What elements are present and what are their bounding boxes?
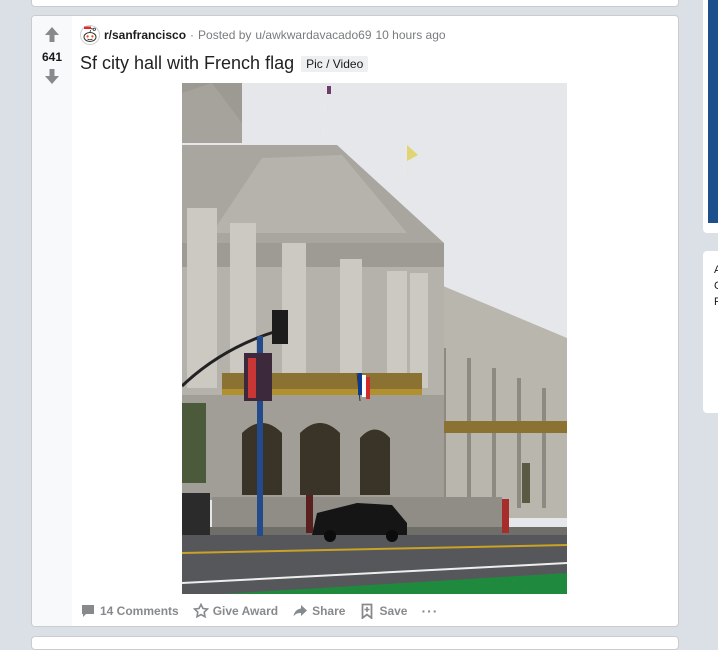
share-button[interactable]: Share	[292, 603, 345, 619]
downvote-arrow-icon[interactable]	[42, 66, 62, 86]
comments-label: 14 Comments	[100, 604, 179, 618]
author-link[interactable]: u/awkwardavacado69	[255, 28, 371, 42]
subreddit-link[interactable]: r/sanfrancisco	[104, 28, 186, 42]
comments-button[interactable]: 14 Comments	[80, 603, 179, 619]
vote-column: 641	[32, 16, 72, 626]
share-label: Share	[312, 604, 346, 618]
sidebar-community-card	[703, 0, 718, 233]
give-award-label: Give Award	[212, 604, 279, 618]
more-dots-icon: ···	[421, 603, 439, 619]
share-arrow-icon	[293, 605, 308, 617]
sidebar-banner	[708, 0, 718, 223]
comment-icon	[82, 605, 94, 617]
post-title[interactable]: Sf city hall with French flag	[80, 53, 294, 74]
save-button[interactable]: Save	[359, 603, 407, 619]
bookmark-add-icon	[362, 603, 373, 619]
posted-by-label: Posted by	[198, 28, 252, 42]
previous-post-card	[31, 0, 679, 7]
vote-score: 641	[41, 50, 63, 64]
next-post-card	[31, 636, 679, 650]
post-actions: 14 Comments Give Award Share Save ···	[80, 600, 452, 622]
upvote-arrow-icon[interactable]	[42, 25, 62, 45]
sidebar-text-line-2: C	[714, 280, 718, 292]
award-icon	[192, 603, 209, 619]
sidebar-text-line-1: A	[714, 264, 718, 276]
post-image[interactable]	[182, 83, 567, 594]
sidebar-text-line-3: F	[714, 296, 718, 308]
post-flair[interactable]: Pic / Video	[301, 55, 369, 72]
save-label: Save	[379, 604, 408, 618]
post-meta: r/sanfrancisco · Posted by u/awkwardavac…	[80, 25, 446, 45]
sidebar-info-card: A C F	[703, 251, 718, 413]
snoo-avatar-icon[interactable]	[80, 25, 100, 45]
more-options-button[interactable]: ···	[421, 603, 438, 619]
post-card[interactable]: 641 r/sanfrancisco · Posted by u/awkward…	[31, 15, 679, 627]
post-time: 10 hours ago	[375, 28, 446, 42]
meta-separator: ·	[190, 28, 195, 42]
post-title-row: Sf city hall with French flag Pic / Vide…	[80, 53, 369, 74]
give-award-button[interactable]: Give Award	[192, 603, 279, 619]
